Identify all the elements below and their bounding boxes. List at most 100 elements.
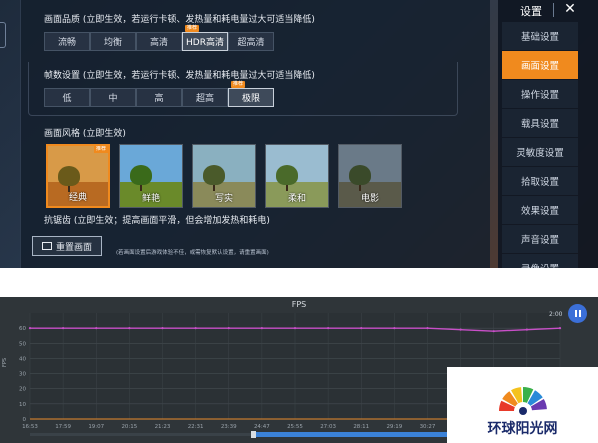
quality-option[interactable]: HDR高清 推荐 (182, 25, 228, 51)
quality-option-label: HDR高清 (186, 38, 224, 48)
quality-option-label: 高清 (149, 38, 168, 48)
x-tick-label: 27:03 (320, 424, 336, 430)
fps-data-point (525, 328, 528, 331)
y-tick-label: 0 (23, 417, 27, 423)
fps-data-point (327, 327, 330, 330)
close-icon[interactable]: ✕ (560, 0, 580, 20)
x-tick-label: 22:31 (188, 424, 204, 430)
fps-data-point (227, 327, 230, 330)
style-tile[interactable]: 经典 推荐 (46, 144, 110, 208)
sidebar-item[interactable]: 录像设置 (502, 254, 578, 268)
style-options: 经典 推荐鲜艳 写实 柔和 电影 (46, 144, 411, 208)
tree-icon (349, 165, 371, 185)
site-watermark: 环球阳光网 (447, 367, 598, 443)
recommended-badge: 推荐 (231, 81, 246, 88)
reset-button-label: 重置画面 (55, 242, 92, 253)
quality-option-label: 超高清 (237, 38, 265, 48)
fps-option[interactable]: 极限 推荐 (228, 81, 274, 107)
sidebar-item[interactable]: 画面设置 (502, 51, 578, 79)
style-tile[interactable]: 柔和 (265, 144, 329, 208)
scrollbar-handle (251, 431, 256, 438)
x-tick-label: 16:53 (22, 424, 38, 430)
fps-section-label: 帧数设置 (立即生效，若运行卡顿、发热量和耗电量过大可适当降低) (44, 71, 315, 81)
reset-graphics-button[interactable]: 重置画面 (32, 236, 102, 256)
sidebar-item[interactable]: 操作设置 (502, 80, 578, 108)
fps-data-point (62, 327, 65, 330)
fps-data-point (558, 327, 562, 330)
fps-option[interactable]: 高 (136, 88, 182, 107)
sidebar-item[interactable]: 载具设置 (502, 109, 578, 137)
x-tick-label: 20:15 (121, 424, 137, 430)
quality-option[interactable]: 超高清 (228, 32, 274, 51)
back-tab-edge[interactable] (0, 22, 6, 48)
pause-icon (574, 310, 577, 317)
fps-option-label: 中 (108, 94, 118, 104)
style-tile-label: 写实 (214, 194, 233, 204)
x-tick-label: 30:27 (420, 424, 436, 430)
reset-icon (41, 242, 52, 250)
pause-button[interactable] (568, 304, 587, 323)
sidebar-item[interactable]: 拾取设置 (502, 167, 578, 195)
fps-y-axis-label: FPS (2, 357, 8, 367)
quality-option[interactable]: 高清 (136, 32, 182, 51)
fps-option-label: 超高 (195, 94, 214, 104)
style-section-label: 画面风格 (立即生效) (44, 129, 126, 139)
sidebar-item[interactable]: 基础设置 (502, 22, 578, 50)
rainbow-logo (499, 387, 547, 415)
style-tile[interactable]: 电影 (338, 144, 402, 208)
sidebar-item[interactable]: 灵敏度设置 (502, 138, 578, 166)
fps-option[interactable]: 超高 (182, 88, 228, 107)
recommended-badge: 推荐 (185, 25, 200, 32)
fps-data-point (95, 327, 98, 330)
tree-icon (203, 165, 225, 185)
fps-option-label: 高 (154, 94, 164, 104)
fps-data-point (293, 327, 297, 330)
settings-title: 设置 (520, 5, 542, 18)
tree-icon (58, 166, 80, 186)
fps-data-point (360, 327, 363, 330)
x-tick-label: 19:07 (88, 424, 104, 430)
fps-data-point (260, 327, 263, 330)
title-divider (553, 3, 554, 17)
fps-option[interactable]: 低 (44, 88, 90, 107)
x-tick-label: 17:59 (55, 424, 71, 430)
style-tile-label: 鲜艳 (141, 194, 160, 204)
x-tick-label: 28:11 (353, 424, 369, 430)
fps-option-label: 低 (62, 94, 72, 104)
fps-chart-title: FPS (291, 300, 307, 309)
y-tick-label: 30 (19, 372, 26, 378)
quality-option[interactable]: 流畅 (44, 32, 90, 51)
tree-icon (276, 165, 298, 185)
fps-option[interactable]: 中 (90, 88, 136, 107)
quality-option-label: 流畅 (57, 38, 76, 48)
x-tick-label: 21:23 (155, 424, 171, 430)
quality-section-label: 画面品质 (立即生效，若运行卡顿、发热量和耗电量过大可适当降低) (44, 15, 315, 25)
watermark-text: 环球阳光网 (487, 421, 558, 437)
fps-data-point (393, 327, 396, 330)
logo-center (519, 407, 527, 415)
fps-data-point (492, 330, 495, 333)
fps-options: 低 中 高 超高 极限 推荐 (44, 81, 274, 107)
x-tick-label: 23:39 (221, 424, 237, 430)
reset-hint: (若画面设置后游戏体验不佳，或需恢复默认设置，请重置画面) (116, 250, 269, 256)
anti-aliasing-label: 抗锯齿 (立即生效；提高画面平滑，但会增加发热和耗电) (44, 216, 270, 226)
x-tick-label: 29:19 (386, 424, 402, 430)
recommended-badge: 推荐 (93, 146, 108, 153)
y-tick-label: 50 (19, 341, 26, 347)
sidebar-item[interactable]: 声音设置 (502, 225, 578, 253)
style-tile[interactable]: 写实 (192, 144, 256, 208)
game-settings-panel: 画面品质 (立即生效，若运行卡顿、发热量和耗电量过大可适当降低) 流畅 均衡 高清 H… (0, 0, 598, 268)
fps-data-point (194, 327, 197, 330)
fps-data-point (28, 327, 32, 330)
elapsed-time: 2:00 (549, 311, 563, 318)
fps-data-point (128, 327, 131, 330)
x-tick-label: 25:55 (287, 424, 303, 430)
style-tile[interactable]: 鲜艳 (119, 144, 183, 208)
x-tick-label: 24:47 (254, 424, 270, 430)
tree-icon (130, 165, 152, 185)
sidebar-item[interactable]: 效果设置 (502, 196, 578, 224)
quality-option[interactable]: 均衡 (90, 32, 136, 51)
fps-data-point (426, 327, 429, 330)
y-tick-label: 40 (19, 356, 26, 362)
style-tile-label: 经典 (68, 193, 87, 203)
